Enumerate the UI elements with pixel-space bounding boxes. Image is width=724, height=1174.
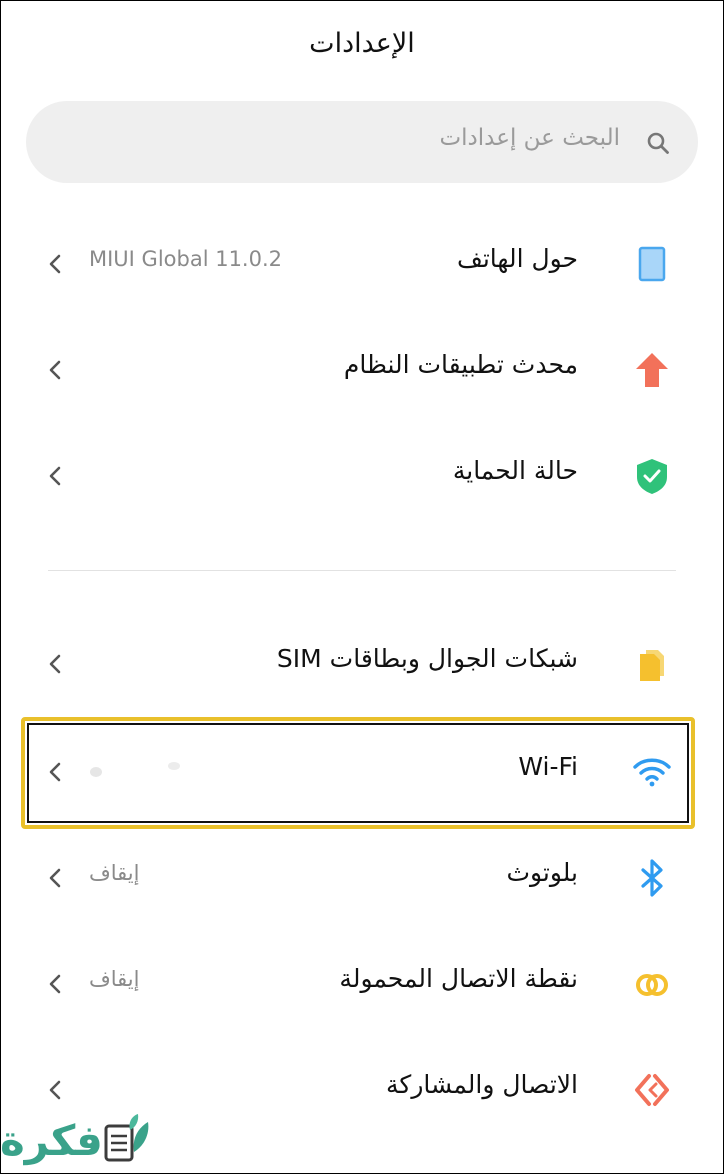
chevron-left-icon <box>49 974 61 994</box>
watermark-text: فكرة <box>0 1116 103 1165</box>
row-label: حالة الحماية <box>452 456 578 485</box>
watermark-logo: فكرة <box>0 1108 160 1174</box>
row-label: بلوتوث <box>506 858 578 887</box>
chevron-left-icon <box>49 654 61 674</box>
wifi-icon <box>633 758 671 787</box>
row-label: نقطة الاتصال المحمولة <box>339 964 578 993</box>
arrow-up-icon <box>636 353 668 387</box>
chevron-left-icon <box>49 1080 61 1100</box>
shield-check-icon <box>637 459 667 494</box>
row-label: الاتصال والمشاركة <box>386 1070 578 1099</box>
settings-row-bluetooth[interactable]: بلوتوث إيقاف <box>0 838 724 918</box>
settings-row-hotspot[interactable]: نقطة الاتصال المحمولة إيقاف <box>0 944 724 1024</box>
chevron-left-icon <box>49 762 61 782</box>
chevron-left-icon <box>49 254 61 274</box>
bluetooth-icon <box>641 859 663 897</box>
settings-row-sim-cards[interactable]: شبكات الجوال وبطاقات SIM <box>0 624 724 704</box>
search-icon <box>647 132 669 154</box>
page-title: الإعدادات <box>309 28 415 59</box>
settings-row-system-apps-updater[interactable]: محدث تطبيقات النظام <box>0 330 724 410</box>
redacted-network-name <box>90 762 180 777</box>
share-icon <box>635 1074 669 1106</box>
row-label: محدث تطبيقات النظام <box>343 350 578 379</box>
row-label: شبكات الجوال وبطاقات SIM <box>276 644 578 673</box>
settings-row-wifi[interactable]: Wi-Fi <box>0 732 724 812</box>
hotspot-icon <box>636 974 668 996</box>
chevron-left-icon <box>49 868 61 888</box>
section-divider <box>48 570 676 571</box>
settings-row-about-phone[interactable]: حول الهاتف MIUI Global 11.0.2 <box>0 224 724 304</box>
row-label: Wi-Fi <box>518 752 578 781</box>
chevron-left-icon <box>49 466 61 486</box>
row-value: إيقاف <box>89 967 140 991</box>
row-value: إيقاف <box>89 861 140 885</box>
settings-row-security-status[interactable]: حالة الحماية <box>0 436 724 516</box>
book-leaf-icon <box>104 1114 149 1162</box>
search-input[interactable]: البحث عن إعدادات <box>440 125 621 151</box>
phone-icon <box>638 246 666 282</box>
row-label: حول الهاتف <box>456 244 578 273</box>
sim-card-icon <box>640 650 664 681</box>
chevron-left-icon <box>49 360 61 380</box>
row-value: MIUI Global 11.0.2 <box>89 247 283 271</box>
search-bar[interactable]: البحث عن إعدادات <box>26 101 698 183</box>
